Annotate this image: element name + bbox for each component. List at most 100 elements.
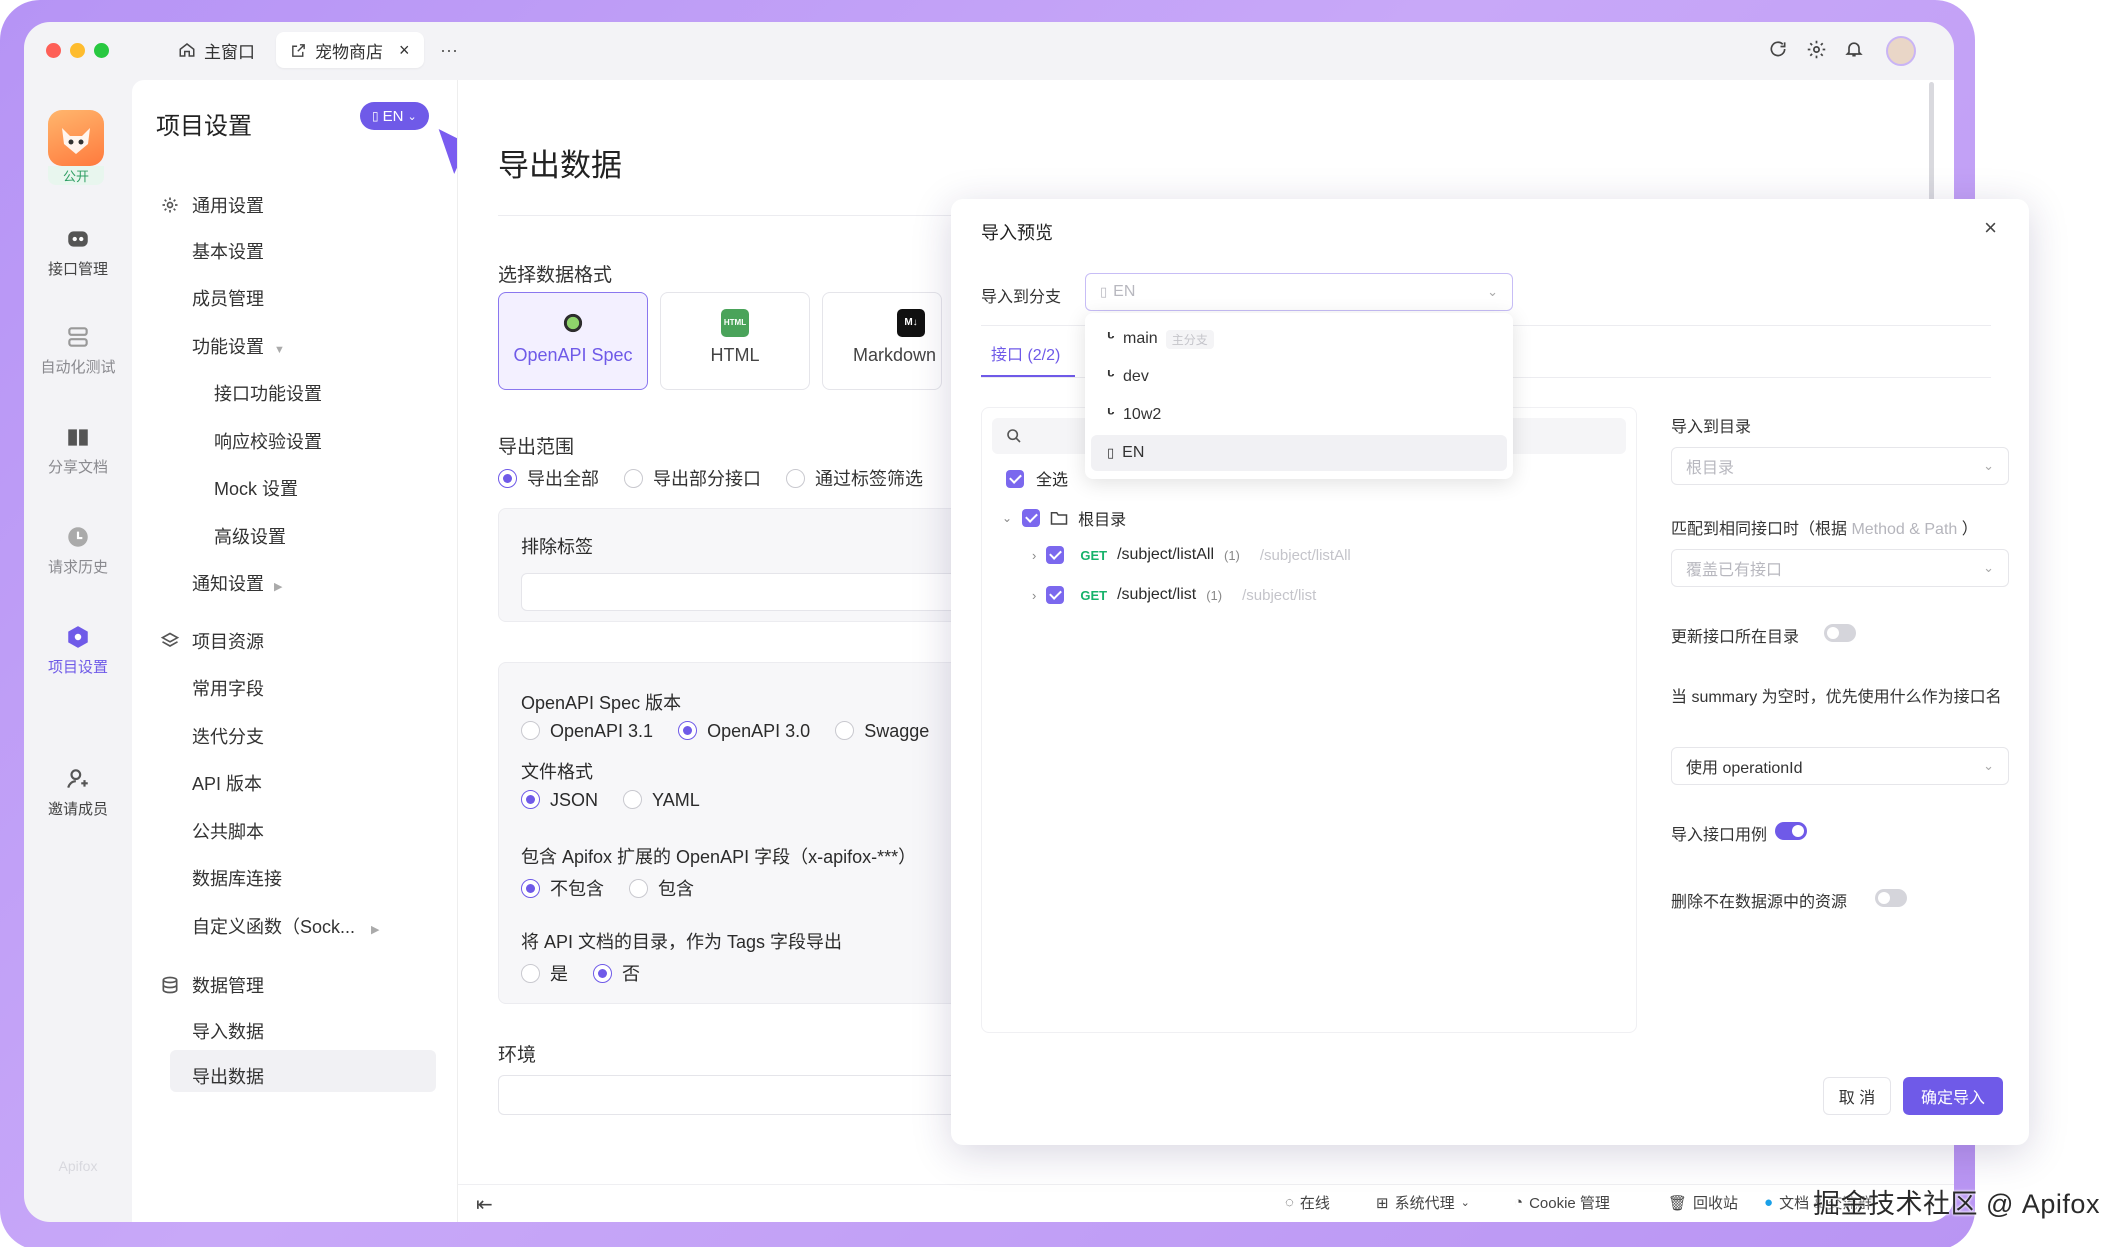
tags-yes[interactable]: 是 bbox=[521, 964, 568, 984]
format-html[interactable]: HTML HTML bbox=[660, 292, 810, 390]
rail-item-invite[interactable]: 邀请成员 bbox=[24, 766, 132, 819]
tab-main-window[interactable]: 主窗口 bbox=[164, 32, 269, 68]
rail-item-autotest[interactable]: 自动化测试 bbox=[24, 324, 132, 377]
minimize-window-button[interactable] bbox=[70, 43, 85, 58]
nav-database-connections[interactable]: 数据库连接 bbox=[192, 865, 282, 891]
status-trash[interactable]: 🗑 回收站 bbox=[1668, 1192, 1738, 1213]
git-branch-icon: ᒡ bbox=[1107, 407, 1116, 424]
zoom-window-button[interactable] bbox=[94, 43, 109, 58]
cancel-button[interactable]: 取 消 bbox=[1823, 1077, 1891, 1115]
branch-icon: ▯ bbox=[1107, 445, 1115, 460]
divider bbox=[498, 215, 958, 216]
tags-options: 是 否 bbox=[521, 960, 640, 986]
tags-no[interactable]: 否 bbox=[593, 964, 640, 984]
branch-option-main[interactable]: ᒡ main 主分支 bbox=[1091, 321, 1507, 357]
group-data-management[interactable]: 数据管理 bbox=[160, 972, 264, 998]
nav-import-data[interactable]: 导入数据 bbox=[192, 1018, 264, 1044]
env-select[interactable] bbox=[498, 1075, 978, 1115]
more-tabs-button[interactable]: ··· bbox=[426, 32, 472, 68]
exclude-tags-input[interactable] bbox=[521, 573, 961, 611]
summary-select[interactable]: 使用 operationId ⌄ bbox=[1671, 747, 2009, 785]
tab-pet-store[interactable]: 宠物商店 × bbox=[276, 32, 424, 68]
branch-option-10w2[interactable]: ᒡ 10w2 bbox=[1091, 397, 1507, 433]
root-folder-row[interactable]: ⌄ 根目录 bbox=[1002, 506, 1126, 530]
gear-icon[interactable] bbox=[1804, 39, 1828, 63]
tab-endpoints[interactable]: 接口 (2/2) bbox=[991, 341, 1060, 365]
option-label: 包含 bbox=[658, 879, 695, 899]
format-yaml[interactable]: YAML bbox=[623, 790, 700, 810]
avatar[interactable] bbox=[1886, 36, 1916, 66]
update-dir-toggle[interactable] bbox=[1824, 624, 1856, 642]
nav-feature-settings[interactable]: 功能设置 ▼ bbox=[192, 333, 285, 359]
branch-badge[interactable]: ▯ EN ⌄ bbox=[360, 102, 429, 130]
branch-option-dev[interactable]: ᒡ dev bbox=[1091, 359, 1507, 395]
nav-export-data[interactable]: 导出数据 bbox=[192, 1063, 264, 1089]
group-resources[interactable]: 项目资源 bbox=[160, 628, 264, 654]
file-format-options: JSON YAML bbox=[521, 790, 700, 811]
status-cookie[interactable]: ◔ Cookie 管理 bbox=[1514, 1192, 1610, 1213]
target-dir-select[interactable]: 根目录 ⌄ bbox=[1671, 447, 2009, 485]
collapse-sidebar-icon[interactable]: ⇤ bbox=[476, 1192, 493, 1217]
scope-partial[interactable]: 导出部分接口 bbox=[624, 469, 761, 489]
format-markdown[interactable]: M↓ Markdown bbox=[822, 292, 942, 390]
bell-icon[interactable] bbox=[1842, 39, 1866, 63]
nav-advanced-settings[interactable]: 高级设置 bbox=[214, 523, 286, 549]
method-badge: GET bbox=[1080, 547, 1108, 563]
nav-notification-settings[interactable]: 通知设置 ▶ bbox=[192, 570, 282, 596]
close-tab-icon[interactable]: × bbox=[399, 40, 410, 61]
status-online[interactable]: ◌ 在线 bbox=[1285, 1192, 1330, 1213]
status-proxy[interactable]: ⊞ 系统代理 ⌄ bbox=[1376, 1192, 1470, 1213]
endpoint-row[interactable]: › GET /subject/listAll (1) /subject/list… bbox=[1032, 546, 1351, 564]
branch-select[interactable]: ▯ EN ⌄ bbox=[1085, 273, 1513, 311]
layers-icon bbox=[68, 327, 88, 347]
nav-api-feature-settings[interactable]: 接口功能设置 bbox=[214, 380, 322, 406]
delete-missing-toggle[interactable] bbox=[1875, 889, 1907, 907]
import-cases-toggle[interactable] bbox=[1775, 822, 1807, 840]
scrollbar[interactable] bbox=[1929, 82, 1934, 202]
branch-option-en[interactable]: ▯ EN bbox=[1091, 435, 1507, 471]
select-value: 覆盖已有接口 bbox=[1686, 562, 1783, 579]
radio-icon bbox=[835, 721, 855, 740]
rail-item-api[interactable]: 接口管理 bbox=[24, 226, 132, 279]
spec-swagger[interactable]: Swagge bbox=[835, 721, 929, 741]
title-bar: 主窗口 宠物商店 × ··· bbox=[24, 22, 1954, 78]
ext-include[interactable]: 包含 bbox=[629, 879, 694, 899]
refresh-icon[interactable] bbox=[1766, 39, 1790, 63]
ext-exclude[interactable]: 不包含 bbox=[521, 879, 604, 899]
format-openapi[interactable]: OpenAPI Spec bbox=[498, 292, 648, 390]
nav-response-validation[interactable]: 响应校验设置 bbox=[214, 428, 322, 454]
nav-members[interactable]: 成员管理 bbox=[192, 285, 264, 311]
group-label: 数据管理 bbox=[192, 976, 264, 996]
scope-all[interactable]: 导出全部 bbox=[498, 469, 599, 489]
nav-iteration-branches[interactable]: 迭代分支 bbox=[192, 723, 264, 749]
nav-public-scripts[interactable]: 公共脚本 bbox=[192, 818, 264, 844]
nav-api-versions[interactable]: API 版本 bbox=[192, 770, 262, 796]
spec-31[interactable]: OpenAPI 3.1 bbox=[521, 721, 653, 741]
select-all-row[interactable]: 全选 bbox=[1006, 466, 1068, 490]
format-json[interactable]: JSON bbox=[521, 790, 598, 810]
nav-mock-settings[interactable]: Mock 设置 bbox=[214, 475, 298, 501]
endpoint-row[interactable]: › GET /subject/list (1) /subject/list bbox=[1032, 586, 1316, 604]
html-icon: HTML bbox=[721, 309, 749, 337]
option-label: OpenAPI 3.0 bbox=[707, 721, 811, 741]
rail-item-share-docs[interactable]: 分享文档 bbox=[24, 424, 132, 477]
rail-item-history[interactable]: 请求历史 bbox=[24, 524, 132, 577]
nav-common-fields[interactable]: 常用字段 bbox=[192, 675, 264, 701]
close-icon[interactable]: × bbox=[1984, 215, 1997, 241]
project-logo[interactable] bbox=[48, 110, 104, 166]
status-label: 回收站 bbox=[1693, 1195, 1739, 1212]
database-icon bbox=[162, 976, 178, 994]
spec-30[interactable]: OpenAPI 3.0 bbox=[678, 721, 810, 741]
left-rail: 公开 接口管理 自动化测试 分享文档 请求历史 项目设置 邀请成员 Apifox bbox=[24, 78, 132, 1222]
close-window-button[interactable] bbox=[46, 43, 61, 58]
match-select[interactable]: 覆盖已有接口 ⌄ bbox=[1671, 549, 2009, 587]
nav-basic-settings[interactable]: 基本设置 bbox=[192, 238, 264, 264]
branch-label: 导入到分支 bbox=[981, 289, 1062, 306]
nav-custom-functions[interactable]: 自定义函数（Sock... ▶ bbox=[192, 913, 380, 939]
caret-right-icon: ▶ bbox=[274, 581, 283, 593]
scope-by-tag[interactable]: 通过标签筛选 bbox=[786, 469, 923, 489]
rail-item-project-settings[interactable]: 项目设置 bbox=[24, 624, 132, 677]
confirm-import-button[interactable]: 确定导入 bbox=[1903, 1077, 2003, 1115]
hexagon-icon bbox=[68, 626, 88, 648]
group-general[interactable]: 通用设置 bbox=[160, 192, 264, 218]
